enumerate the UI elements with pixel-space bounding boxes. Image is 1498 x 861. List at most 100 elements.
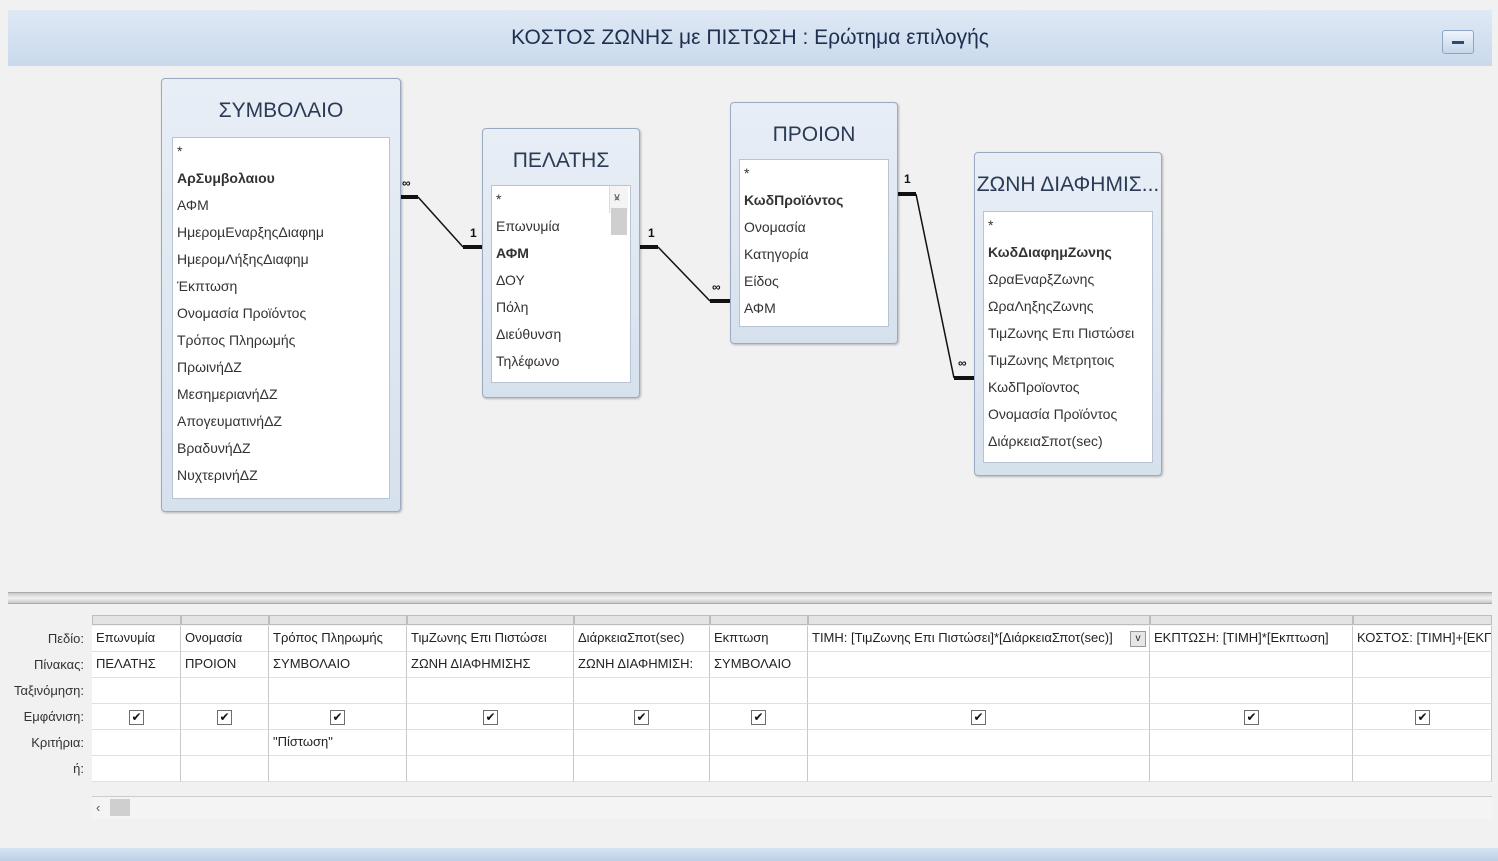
grid-sort-cell[interactable] — [92, 678, 181, 704]
grid-criteria-cell[interactable] — [808, 730, 1150, 756]
grid-criteria-cell[interactable]: "Πίστωση" — [269, 730, 407, 756]
grid-field-cell[interactable]: Τρόπος Πληρωμής — [269, 626, 407, 652]
grid-or-cell[interactable] — [808, 756, 1150, 782]
pane-splitter[interactable] — [8, 592, 1492, 604]
grid-or-cell[interactable] — [92, 756, 181, 782]
grid-sort-cell[interactable] — [808, 678, 1150, 704]
grid-sort-cell[interactable] — [269, 678, 407, 704]
grid-or-cell[interactable] — [1150, 756, 1353, 782]
field-dropdown-icon[interactable]: v — [1130, 631, 1146, 647]
grid-criteria-cell[interactable] — [574, 730, 710, 756]
grid-column-selector[interactable] — [710, 615, 808, 625]
grid-column-selector[interactable] — [574, 615, 710, 625]
grid-criteria-cell[interactable] — [407, 730, 574, 756]
grid-column-selector[interactable] — [181, 615, 269, 625]
scroll-thumb[interactable] — [611, 208, 627, 235]
field-item[interactable]: Έκπτωση — [173, 273, 389, 300]
grid-field-cell[interactable]: Εκπτωση — [710, 626, 808, 652]
table-window-zoni-diafimisis[interactable]: ΖΩΝΗ ΔΙΑΦΗΜΙΣ... * ΚωδΔιαφημΖωνης ΩραΕναρξ… — [974, 152, 1162, 476]
show-checkbox[interactable]: ✔ — [634, 710, 649, 725]
grid-horizontal-scrollbar[interactable]: ‹ — [92, 796, 1492, 819]
field-item[interactable]: ΑρΣυμβολαιου — [173, 165, 389, 192]
field-item[interactable]: Τηλέφωνο — [492, 348, 630, 375]
field-list[interactable]: * ΚωδΔιαφημΖωνης ΩραΕναρξΖωνης ΩραΛηξηςΖωνη… — [983, 211, 1153, 463]
grid-table-cell[interactable] — [808, 652, 1150, 678]
field-item[interactable]: Κατηγορία — [740, 241, 888, 268]
grid-field-cell[interactable]: ΤΙΜΗ: [ΤιμΖωνης Επι Πιστώσει]*[ΔιάρκειαΣ… — [808, 626, 1150, 652]
grid-field-cell[interactable]: Ονομασία — [181, 626, 269, 652]
grid-sort-cell[interactable] — [407, 678, 574, 704]
grid-sort-cell[interactable] — [1353, 678, 1492, 704]
field-item[interactable]: ΩραΛηξηςΖωνης — [984, 293, 1152, 320]
minimize-button[interactable] — [1442, 30, 1474, 54]
scroll-down-icon[interactable]: v — [610, 186, 624, 211]
field-item[interactable]: * — [984, 212, 1152, 239]
show-checkbox[interactable]: ✔ — [971, 710, 986, 725]
grid-field-cell[interactable]: ΔιάρκειαΣποτ(sec) — [574, 626, 710, 652]
field-item[interactable]: ΑΦΜ — [492, 240, 630, 267]
grid-sort-cell[interactable] — [1150, 678, 1353, 704]
grid-criteria-cell[interactable] — [92, 730, 181, 756]
grid-criteria-cell[interactable] — [1353, 730, 1492, 756]
relationship-line[interactable] — [898, 192, 974, 380]
field-item[interactable]: Ονομασία — [740, 214, 888, 241]
grid-column-selector[interactable] — [808, 615, 1150, 625]
field-item[interactable]: Επωνυμία — [492, 213, 630, 240]
grid-or-cell[interactable] — [574, 756, 710, 782]
field-item[interactable]: Ονομασία Προϊόντος — [984, 401, 1152, 428]
grid-field-cell[interactable]: ΚΟΣΤΟΣ: [ΤΙΜΗ]+[ΕΚΠ — [1353, 626, 1492, 652]
field-item[interactable]: ΑΦΜ — [173, 192, 389, 219]
grid-or-cell[interactable] — [710, 756, 808, 782]
grid-field-cell[interactable]: ΕΚΠΤΩΣΗ: [ΤΙΜΗ]*[Εκπτωση] — [1150, 626, 1353, 652]
field-item[interactable]: ΔΟΥ — [492, 267, 630, 294]
field-item[interactable]: ΤιμΖωνης Επι Πιστώσει — [984, 320, 1152, 347]
grid-or-cell[interactable] — [1353, 756, 1492, 782]
grid-sort-cell[interactable] — [710, 678, 808, 704]
field-item[interactable]: ΩραΕναρξΖωνης — [984, 266, 1152, 293]
show-checkbox[interactable]: ✔ — [1415, 710, 1430, 725]
table-window-symvolaio[interactable]: ΣΥΜΒΟΛΑΙΟ * ΑρΣυμβολαιου ΑΦΜ ΗμεροµΕναρξηςΔ… — [161, 78, 401, 512]
field-item[interactable]: ΑπογευματινήΔΖ — [173, 408, 389, 435]
table-scrollbar[interactable]: ^ v — [609, 186, 628, 235]
grid-field-cell[interactable]: Επωνυμία — [92, 626, 181, 652]
grid-table-cell[interactable]: ΣΥΜΒΟΛΑΙΟ — [710, 652, 808, 678]
show-checkbox[interactable]: ✔ — [751, 710, 766, 725]
field-item[interactable]: ΚωδΔιαφημΖωνης — [984, 239, 1152, 266]
grid-column-selector[interactable] — [1353, 615, 1492, 625]
grid-column-selector[interactable] — [92, 615, 181, 625]
show-checkbox[interactable]: ✔ — [217, 710, 232, 725]
field-item[interactable]: ΒραδυνήΔΖ — [173, 435, 389, 462]
field-list[interactable]: * ΚωδΠροϊόντος Ονομασία Κατηγορία Είδος ΑΦΜ — [739, 159, 889, 327]
field-list[interactable]: * Επωνυμία ΑΦΜ ΔΟΥ Πόλη Διεύθυνση Τηλέφωνο ^ v — [491, 185, 631, 383]
grid-or-cell[interactable] — [407, 756, 574, 782]
grid-or-cell[interactable] — [181, 756, 269, 782]
grid-column-selector[interactable] — [269, 615, 407, 625]
field-item[interactable]: ΚωδΠροϊόντος — [740, 187, 888, 214]
field-item[interactable]: ΠρωινήΔΖ — [173, 354, 389, 381]
field-item[interactable]: ΤιμΖωνης Μετρητοις — [984, 347, 1152, 374]
grid-sort-cell[interactable] — [574, 678, 710, 704]
table-window-proion[interactable]: ΠΡΟΙΟΝ * ΚωδΠροϊόντος Ονομασία Κατηγορία Είδ… — [730, 102, 898, 344]
grid-sort-cell[interactable] — [181, 678, 269, 704]
grid-table-cell[interactable] — [1353, 652, 1492, 678]
show-checkbox[interactable]: ✔ — [330, 710, 345, 725]
field-item[interactable]: * — [173, 138, 389, 165]
field-item[interactable]: Είδος — [740, 268, 888, 295]
field-item[interactable]: Διεύθυνση — [492, 321, 630, 348]
field-item[interactable]: ΜεσημεριανήΔΖ — [173, 381, 389, 408]
grid-criteria-cell[interactable] — [710, 730, 808, 756]
field-item[interactable]: ΗμερομΛήξηςΔιαφημ — [173, 246, 389, 273]
grid-table-cell[interactable]: ΣΥΜΒΟΛΑΙΟ — [269, 652, 407, 678]
grid-criteria-cell[interactable] — [181, 730, 269, 756]
field-list[interactable]: * ΑρΣυμβολαιου ΑΦΜ ΗμεροµΕναρξηςΔιαφημ Ημερο… — [172, 137, 390, 499]
field-item[interactable]: Πόλη — [492, 294, 630, 321]
show-checkbox[interactable]: ✔ — [129, 710, 144, 725]
field-item[interactable]: ΔιάρκειαΣποτ(sec) — [984, 428, 1152, 455]
grid-table-cell[interactable]: ΖΩΝΗ ΔΙΑΦΗΜΙΣΗΣ — [407, 652, 574, 678]
grid-table-cell[interactable]: ΠΕΛΑΤΗΣ — [92, 652, 181, 678]
field-item[interactable]: ΗμεροµΕναρξηςΔιαφημ — [173, 219, 389, 246]
show-checkbox[interactable]: ✔ — [483, 710, 498, 725]
table-window-pelatis[interactable]: ΠΕΛΑΤΗΣ * Επωνυμία ΑΦΜ ΔΟΥ Πόλη Διεύθυνση Τηλέ… — [482, 128, 640, 398]
field-item[interactable]: Ονομασία Προϊόντος — [173, 300, 389, 327]
field-item[interactable]: Τρόπος Πληρωμής — [173, 327, 389, 354]
